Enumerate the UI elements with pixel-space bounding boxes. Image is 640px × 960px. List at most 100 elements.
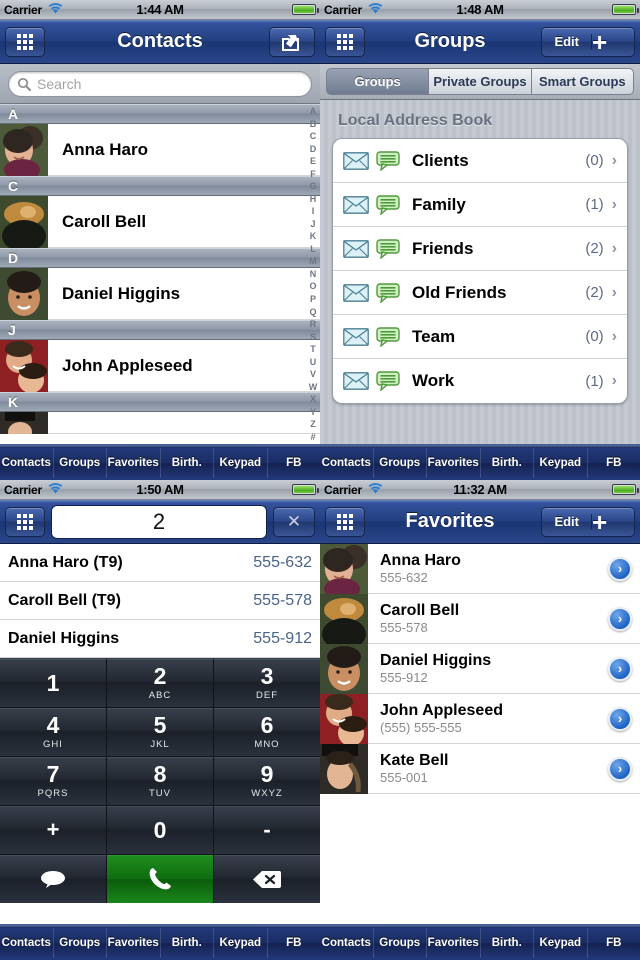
backspace-icon[interactable]: [214, 855, 320, 903]
envelope-icon[interactable]: [343, 195, 369, 214]
detail-disclosure-icon[interactable]: ›: [608, 756, 632, 781]
alphabet-index[interactable]: A B C D E F G H I J K L M N O P Q R S T U V W X Y Z #: [306, 104, 320, 444]
index-letter[interactable]: N: [310, 269, 317, 279]
table-row[interactable]: Work (1) ›: [333, 359, 627, 403]
key-4[interactable]: 4 GHI: [0, 708, 106, 756]
envelope-icon[interactable]: [343, 151, 369, 170]
message-bubble-icon[interactable]: [0, 855, 106, 903]
index-letter[interactable]: Q: [309, 307, 316, 317]
message-bubble-icon[interactable]: [376, 282, 400, 304]
grid-icon[interactable]: [325, 506, 365, 537]
table-row[interactable]: John Appleseed (555) 555-555 ›: [320, 693, 640, 744]
tab-favorites[interactable]: Favorites: [427, 928, 481, 958]
tab-fb[interactable]: FB: [268, 928, 321, 958]
tab-contacts[interactable]: Contacts: [0, 928, 54, 958]
grid-icon[interactable]: [5, 26, 45, 57]
table-row[interactable]: Clients (0) ›: [333, 139, 627, 183]
index-letter[interactable]: Z: [310, 419, 316, 429]
message-bubble-icon[interactable]: [376, 371, 400, 392]
key-2[interactable]: 2 ABC: [107, 659, 213, 707]
envelope-icon[interactable]: [343, 239, 369, 258]
index-letter[interactable]: I: [312, 206, 315, 216]
tab-contacts[interactable]: Contacts: [320, 928, 374, 958]
table-row[interactable]: Caroll Bell: [0, 195, 320, 248]
tab-groups[interactable]: Groups: [374, 928, 427, 958]
envelope-icon[interactable]: [343, 283, 369, 302]
index-letter[interactable]: Y: [310, 407, 316, 417]
table-row[interactable]: Kate Bell 555-001 ›: [320, 743, 640, 794]
tab-keypad[interactable]: Keypad: [534, 448, 588, 478]
detail-disclosure-icon[interactable]: ›: [608, 656, 632, 681]
table-row[interactable]: Daniel Higgins: [0, 267, 320, 320]
index-letter[interactable]: H: [310, 194, 317, 204]
index-letter[interactable]: J: [310, 219, 315, 229]
key-plus[interactable]: +: [0, 806, 106, 854]
key-1[interactable]: 1: [0, 659, 106, 707]
tab-contacts[interactable]: Contacts: [320, 448, 374, 478]
tab-fb[interactable]: FB: [588, 448, 640, 478]
edit-button[interactable]: Edit: [542, 514, 592, 529]
index-letter[interactable]: O: [309, 281, 316, 291]
message-bubble-icon[interactable]: [376, 150, 400, 172]
tab-favorites[interactable]: Favorites: [107, 928, 161, 958]
grid-icon[interactable]: [5, 506, 45, 537]
table-row[interactable]: [0, 411, 320, 434]
index-letter[interactable]: E: [310, 156, 316, 166]
index-letter[interactable]: D: [310, 144, 317, 154]
key-7[interactable]: 7 PQRS: [0, 757, 106, 805]
key-9[interactable]: 9 WXYZ: [214, 757, 320, 805]
index-letter[interactable]: K: [310, 231, 317, 241]
envelope-icon[interactable]: [343, 372, 369, 390]
segment-private-groups[interactable]: Private Groups: [428, 68, 531, 95]
message-bubble-icon[interactable]: [376, 326, 400, 348]
index-letter[interactable]: G: [309, 181, 316, 191]
segment-groups[interactable]: Groups: [326, 68, 429, 95]
tab-keypad[interactable]: Keypad: [214, 448, 268, 478]
call-button[interactable]: [107, 855, 213, 903]
table-row[interactable]: Caroll Bell 555-578 ›: [320, 593, 640, 644]
key-8[interactable]: 8 TUV: [107, 757, 213, 805]
index-letter[interactable]: L: [310, 244, 316, 254]
table-row[interactable]: Family (1) ›: [333, 183, 627, 227]
index-letter[interactable]: V: [310, 369, 316, 379]
t9-results[interactable]: Anna Haro (T9) 555-632 Caroll Bell (T9) …: [0, 544, 320, 658]
tab-keypad[interactable]: Keypad: [214, 928, 268, 958]
tab-favorites[interactable]: Favorites: [107, 448, 161, 478]
table-row[interactable]: Daniel Higgins 555-912: [0, 620, 320, 658]
table-row[interactable]: Friends (2) ›: [333, 227, 627, 271]
message-bubble-icon[interactable]: [376, 238, 400, 260]
index-letter[interactable]: S: [310, 332, 316, 342]
index-letter[interactable]: A: [310, 106, 317, 116]
tab-fb[interactable]: FB: [588, 928, 640, 958]
add-button[interactable]: +: [592, 29, 634, 55]
message-bubble-icon[interactable]: [376, 194, 400, 216]
edit-button[interactable]: Edit: [542, 34, 592, 49]
table-row[interactable]: Old Friends (2) ›: [333, 271, 627, 315]
index-letter[interactable]: B: [310, 119, 317, 129]
close-icon[interactable]: ✕: [273, 506, 315, 537]
tab-birthdays[interactable]: Birth.: [481, 448, 534, 478]
index-letter[interactable]: C: [310, 131, 317, 141]
key-3[interactable]: 3 DEF: [214, 659, 320, 707]
tab-keypad[interactable]: Keypad: [534, 928, 588, 958]
table-row[interactable]: Team (0) ›: [333, 315, 627, 359]
tab-birthdays[interactable]: Birth.: [481, 928, 534, 958]
key-dash[interactable]: -: [214, 806, 320, 854]
envelope-icon[interactable]: [343, 327, 369, 346]
detail-disclosure-icon[interactable]: ›: [608, 706, 632, 731]
index-letter[interactable]: #: [310, 432, 315, 442]
tab-birthdays[interactable]: Birth.: [161, 928, 214, 958]
tab-fb[interactable]: FB: [268, 448, 321, 478]
table-row[interactable]: Daniel Higgins 555-912 ›: [320, 643, 640, 694]
index-letter[interactable]: U: [310, 357, 317, 367]
index-letter[interactable]: T: [310, 344, 316, 354]
table-row[interactable]: Anna Haro 555-632 ›: [320, 543, 640, 594]
index-letter[interactable]: X: [310, 394, 316, 404]
table-row[interactable]: John Appleseed: [0, 339, 320, 392]
table-row[interactable]: Anna Haro (T9) 555-632: [0, 544, 320, 582]
tab-groups[interactable]: Groups: [54, 928, 107, 958]
add-button[interactable]: +: [592, 509, 634, 535]
index-letter[interactable]: R: [310, 319, 317, 329]
key-6[interactable]: 6 MNO: [214, 708, 320, 756]
table-row[interactable]: Caroll Bell (T9) 555-578: [0, 582, 320, 620]
